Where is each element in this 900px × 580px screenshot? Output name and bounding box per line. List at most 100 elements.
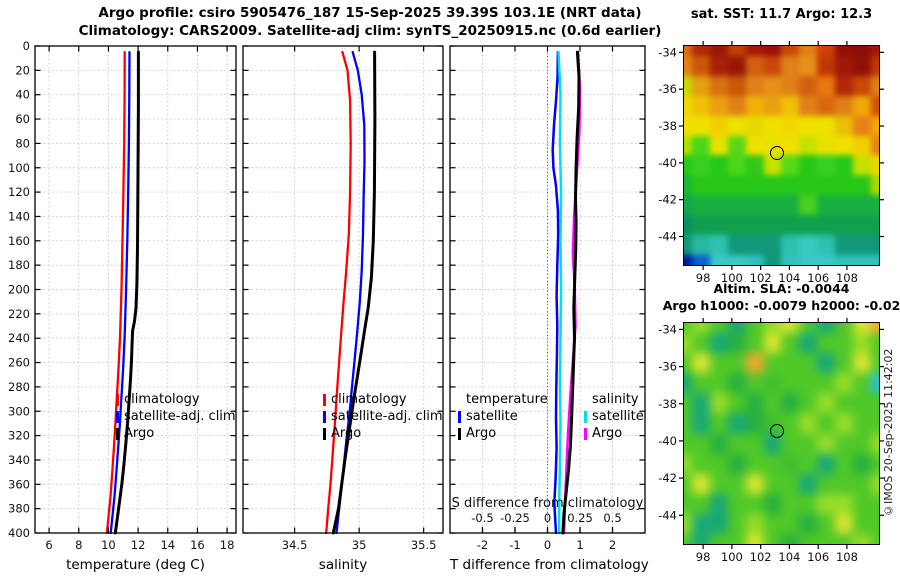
map-x-tick-label: 108 (836, 550, 858, 564)
heatmap-cell (691, 493, 710, 514)
legend-column-salinity: salinity satellite Argo (584, 391, 654, 442)
heatmap-cell (709, 255, 728, 265)
heatmap-cell (691, 393, 710, 414)
x-tick-label: 14 (160, 538, 175, 552)
heatmap-cell (835, 353, 854, 374)
heatmap-cell (781, 413, 800, 434)
profile-line-s-satellite (557, 50, 563, 535)
heatmap-cell (799, 235, 818, 256)
sla-map (683, 322, 880, 545)
heatmap-cell (684, 55, 692, 76)
heatmap-cell (853, 513, 872, 534)
depth-tick-label: 260 (8, 356, 30, 370)
heatmap-cell (684, 513, 692, 534)
heatmap-cell (853, 473, 872, 494)
heatmap-cell (727, 333, 746, 354)
heatmap-cell (835, 95, 854, 116)
heatmap-cell (684, 235, 692, 256)
legend-label: Argo (124, 426, 155, 441)
heatmap-cell (799, 353, 818, 374)
heatmap-cell (763, 323, 782, 334)
heatmap-cell (817, 333, 836, 354)
heatmap-cell (709, 175, 728, 196)
heatmap-cell (853, 46, 872, 56)
heatmap-cell (727, 493, 746, 514)
heatmap-cell (745, 95, 764, 116)
profile-line-satellite-adj-clim (335, 50, 366, 535)
heatmap-cell (799, 493, 818, 514)
heatmap-cell (745, 115, 764, 136)
depth-tick-label: 280 (8, 380, 30, 394)
sst-map-title: sat. SST: 11.7 Argo: 12.3 (690, 7, 873, 22)
heatmap-cell (817, 353, 836, 374)
heatmap-cell (853, 333, 872, 354)
heatmap-cell (709, 493, 728, 514)
heatmap-cell (727, 95, 746, 116)
heatmap-cell (817, 195, 836, 216)
heatmap-cell (817, 175, 836, 196)
heatmap-cell (781, 533, 800, 544)
heatmap-cell (799, 333, 818, 354)
heatmap-cell (799, 55, 818, 76)
heatmap-cell (745, 513, 764, 534)
map-y-tick-label: -44 (658, 508, 677, 522)
depth-tick-label: 180 (8, 258, 30, 272)
legend-label: climatology (124, 392, 200, 407)
heatmap-cell (709, 135, 728, 156)
heatmap-cell (871, 413, 879, 434)
heatmap-cell (781, 215, 800, 236)
sst-map (683, 45, 880, 266)
heatmap-cell (745, 155, 764, 176)
heatmap-cell (727, 453, 746, 474)
heatmap-cell (745, 413, 764, 434)
heatmap-cell (763, 115, 782, 136)
salinity-axis-label: salinity (318, 557, 368, 573)
depth-tick-label: 320 (8, 429, 30, 443)
heatmap-cell (835, 135, 854, 156)
legend-column-header: temperature (466, 392, 548, 407)
heatmap-cell (763, 513, 782, 534)
heatmap-cell (745, 255, 764, 265)
map-x-tick-label: 98 (696, 550, 711, 564)
heatmap-cell (691, 55, 710, 76)
heatmap-cell (853, 235, 872, 256)
heatmap-cell (727, 323, 746, 334)
heatmap-cell (781, 135, 800, 156)
heatmap-cell (709, 75, 728, 96)
heatmap-cell (709, 433, 728, 454)
legend-entry: satellite (584, 408, 654, 425)
heatmap-cell (709, 333, 728, 354)
heatmap-cell (835, 333, 854, 354)
heatmap-cell (781, 513, 800, 534)
heatmap-cell (853, 155, 872, 176)
depth-tick-label: 160 (8, 234, 30, 248)
map-y-tick-label: -36 (658, 360, 677, 374)
heatmap-cell (817, 373, 836, 394)
legend-entry: climatology (116, 391, 236, 408)
profile-line-s-argo (562, 50, 582, 535)
heatmap-cell (871, 533, 879, 544)
legend-line-marker (458, 427, 461, 440)
heatmap-cell (835, 473, 854, 494)
heatmap-cell (691, 413, 710, 434)
heatmap-cell (781, 155, 800, 176)
heatmap-cell (781, 353, 800, 374)
figure-title-line2: Climatology: CARS2009. Satellite-adj cli… (78, 23, 662, 39)
legend-label: satellite-adj. clim (124, 409, 236, 424)
heatmap-cell (799, 115, 818, 136)
heatmap-cell (691, 533, 710, 544)
heatmap-cell (691, 473, 710, 494)
heatmap-cell (709, 195, 728, 216)
legend-line-marker (116, 410, 119, 423)
heatmap-cell (817, 393, 836, 414)
legend-line-marker (116, 427, 119, 440)
heatmap-cell (781, 473, 800, 494)
heatmap-cell (853, 175, 872, 196)
heatmap-cell (781, 46, 800, 56)
heatmap-cell (684, 46, 692, 56)
depth-tick-label: 140 (8, 209, 30, 223)
heatmap-cell (781, 115, 800, 136)
legend-label: Argo (592, 426, 623, 441)
depth-tick-label: 20 (15, 63, 30, 77)
heatmap-cell (691, 195, 710, 216)
